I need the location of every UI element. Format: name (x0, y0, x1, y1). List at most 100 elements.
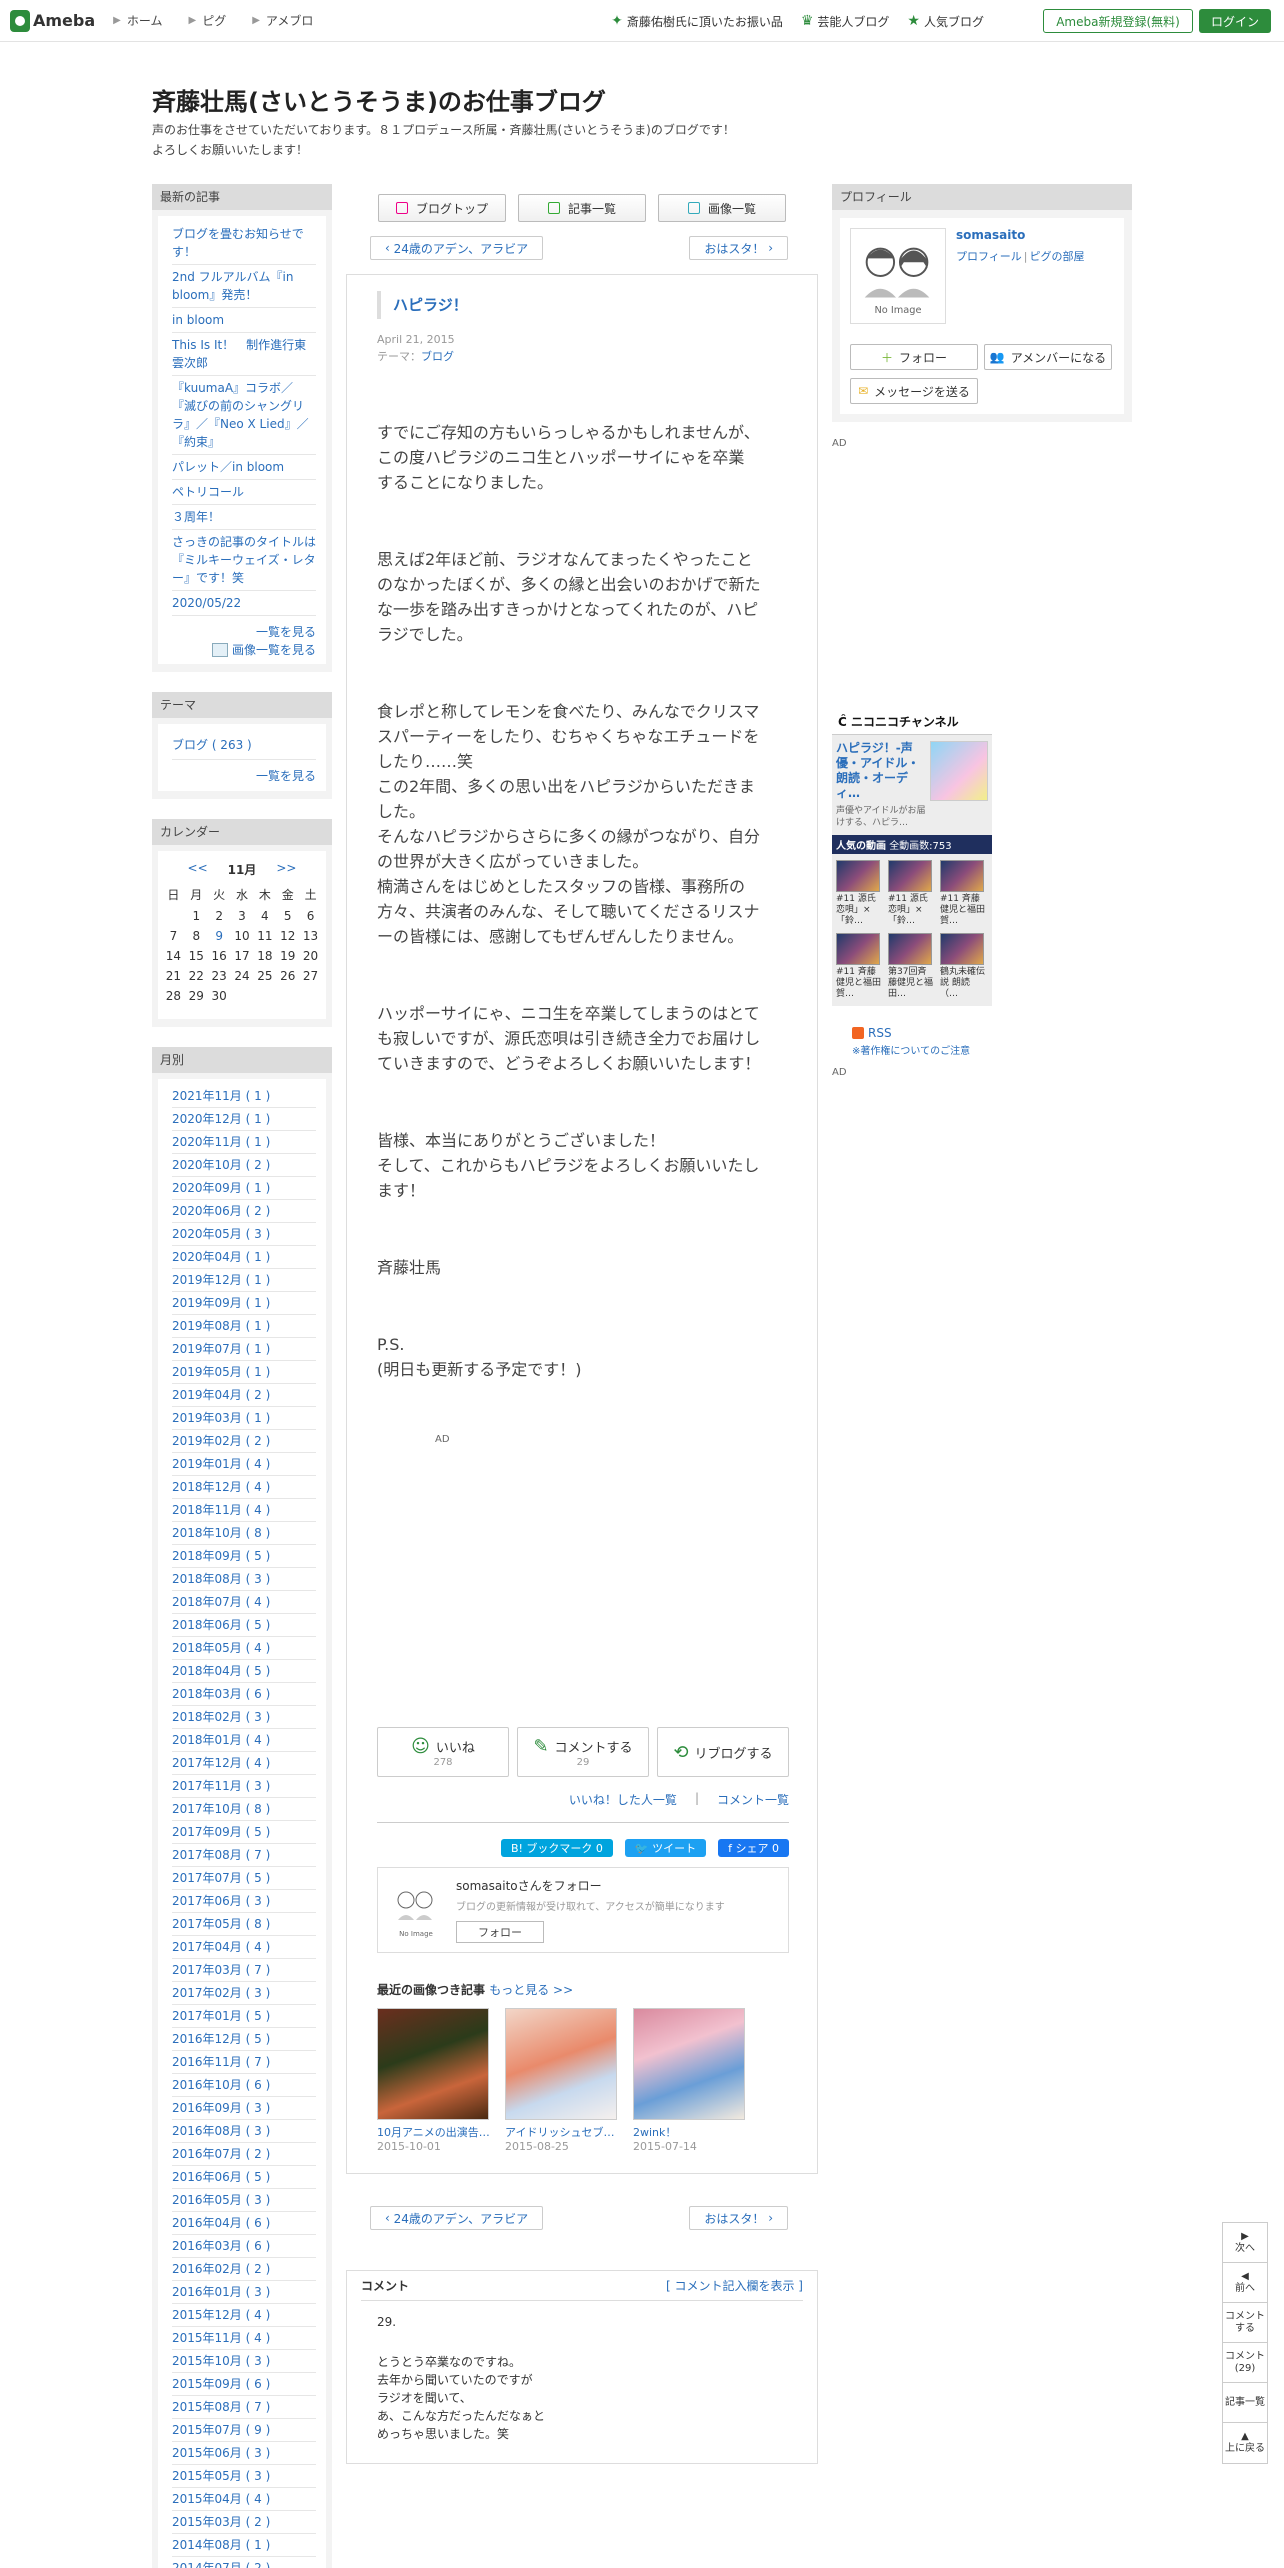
nav-ameblo[interactable]: ▶ アメブロ (252, 12, 313, 29)
month-archive-link[interactable]: 2014年07月 ( 2 ) (172, 2557, 316, 2568)
thumbnail-image[interactable] (633, 2008, 745, 2120)
month-archive-link[interactable]: 2017年07月 ( 5 ) (172, 1867, 316, 1890)
video-title[interactable]: #11 斉藤健児と福田賀… (836, 967, 882, 1000)
video-title[interactable]: 鶴丸未確伝説 朗読（… (940, 967, 986, 1000)
blog-title[interactable]: 斉藤壮馬(さいとうそうま)のお仕事ブログ (152, 82, 606, 117)
video-thumbnail[interactable] (888, 860, 932, 892)
niconico-video-item[interactable]: 鶴丸未確伝説 朗読（… (940, 933, 986, 1000)
recent-image-item[interactable]: アイドリッシュセブ… 2015-08-25 (505, 2008, 617, 2153)
article-theme-link[interactable]: ブログ (421, 350, 454, 363)
float-nav-1[interactable]: ◀ 前へ (1223, 2263, 1267, 2303)
month-archive-link[interactable]: 2018年07月 ( 4 ) (172, 1591, 316, 1614)
month-archive-link[interactable]: 2017年01月 ( 5 ) (172, 2005, 316, 2028)
recent-entry-link[interactable]: 『kuumaA』コラボ／『滅びの前のシャングリラ』／『Neo X Lied』／『… (172, 376, 316, 455)
month-archive-link[interactable]: 2015年03月 ( 2 ) (172, 2511, 316, 2534)
recent-entry-link[interactable]: さっきの記事のタイトルは『ミルキーウェイズ・レター』です！笑 (172, 530, 316, 591)
recent-more-link[interactable]: 一覧を見る (172, 624, 316, 641)
month-archive-link[interactable]: 2015年11月 ( 4 ) (172, 2327, 316, 2350)
niconico-feature[interactable]: ハピラジ！-声優・アイドル・朗読・オーディ… 声優やアイドルがお届けする、ハピラ… (832, 735, 992, 835)
month-archive-link[interactable]: 2016年05月 ( 3 ) (172, 2189, 316, 2212)
login-button[interactable]: ログイン (1199, 9, 1271, 33)
month-archive-link[interactable]: 2020年09月 ( 1 ) (172, 1177, 316, 1200)
month-archive-link[interactable]: 2017年05月 ( 8 ) (172, 1913, 316, 1936)
month-archive-link[interactable]: 2018年05月 ( 4 ) (172, 1637, 316, 1660)
like-button[interactable]: ☺ いいね 278 (377, 1727, 509, 1777)
recent-entry-link[interactable]: in bloom (172, 308, 316, 333)
month-archive-link[interactable]: 2019年09月 ( 1 ) (172, 1292, 316, 1315)
theme-more-link[interactable]: 一覧を見る (172, 768, 316, 785)
month-archive-link[interactable]: 2015年04月 ( 4 ) (172, 2488, 316, 2511)
profile-name[interactable]: somasaito (956, 228, 1085, 242)
float-nav-4[interactable]: 記事一覧 (1223, 2383, 1267, 2423)
image-list-link[interactable]: 画像一覧を見る (172, 641, 316, 658)
recent-entry-link[interactable]: 2nd フルアルバム『in bloom』発売！ (172, 265, 316, 308)
month-archive-link[interactable]: 2015年10月 ( 3 ) (172, 2350, 316, 2373)
profile-follow-button[interactable]: ＋フォロー (850, 344, 978, 370)
month-archive-link[interactable]: 2016年03月 ( 6 ) (172, 2235, 316, 2258)
recent-images-more-link[interactable]: もっと見る >> (489, 1983, 573, 1997)
niconico-video-item[interactable]: #11 源氏恋唄」×「鈴… (888, 860, 934, 927)
month-archive-link[interactable]: 2014年08月 ( 1 ) (172, 2534, 316, 2557)
register-button[interactable]: Ameba新規登録(無料) (1043, 9, 1193, 33)
nav-home[interactable]: ▶ ホーム (113, 12, 162, 29)
month-archive-link[interactable]: 2017年06月 ( 3 ) (172, 1890, 316, 1913)
calendar-next-link[interactable]: >> (276, 861, 296, 878)
tab-entry-list[interactable]: 記事一覧 (518, 194, 646, 222)
month-archive-link[interactable]: 2020年10月 ( 2 ) (172, 1154, 316, 1177)
comment-button[interactable]: ✎ コメントする 29 (517, 1727, 649, 1777)
month-archive-link[interactable]: 2019年05月 ( 1 ) (172, 1361, 316, 1384)
facebook-share-button[interactable]: f シェア 0 (718, 1839, 789, 1857)
nav-pigg[interactable]: ▶ ピグ (189, 12, 227, 29)
ameba-logo[interactable]: Ameba (10, 9, 95, 32)
month-archive-link[interactable]: 2016年01月 ( 3 ) (172, 2281, 316, 2304)
video-title[interactable]: 第37回斉藤健児と福田… (888, 967, 934, 1000)
month-archive-link[interactable]: 2015年06月 ( 3 ) (172, 2442, 316, 2465)
article-title[interactable]: ハピラジ！ (377, 291, 789, 319)
month-archive-link[interactable]: 2015年07月 ( 9 ) (172, 2419, 316, 2442)
show-comment-form-link[interactable]: [ コメント記入欄を表示 ] (666, 2277, 803, 2294)
video-thumbnail[interactable] (940, 933, 984, 965)
thumbnail-image[interactable] (505, 2008, 617, 2120)
month-archive-link[interactable]: 2019年01月 ( 4 ) (172, 1453, 316, 1476)
amember-button[interactable]: 👥 アメンバーになる (984, 344, 1112, 370)
month-archive-link[interactable]: 2018年04月 ( 5 ) (172, 1660, 316, 1683)
month-archive-link[interactable]: 2015年05月 ( 3 ) (172, 2465, 316, 2488)
month-archive-link[interactable]: 2020年11月 ( 1 ) (172, 1131, 316, 1154)
month-archive-link[interactable]: 2015年12月 ( 4 ) (172, 2304, 316, 2327)
recent-entry-link[interactable]: 2020/05/22 (172, 591, 316, 616)
month-archive-link[interactable]: 2019年08月 ( 1 ) (172, 1315, 316, 1338)
month-archive-link[interactable]: 2018年12月 ( 4 ) (172, 1476, 316, 1499)
month-archive-link[interactable]: 2019年12月 ( 1 ) (172, 1269, 316, 1292)
calendar-prev-link[interactable]: << (188, 861, 208, 878)
month-archive-link[interactable]: 2020年06月 ( 2 ) (172, 1200, 316, 1223)
month-archive-link[interactable]: 2020年04月 ( 1 ) (172, 1246, 316, 1269)
recent-image-item[interactable]: 2wink！ 2015-07-14 (633, 2008, 745, 2153)
month-archive-link[interactable]: 2016年12月 ( 5 ) (172, 2028, 316, 2051)
month-archive-link[interactable]: 2018年06月 ( 5 ) (172, 1614, 316, 1637)
recent-entry-link[interactable]: ブログを畳むお知らせです！ (172, 222, 316, 265)
recent-image-item[interactable]: 10月アニメの出演告… 2015-10-01 (377, 2008, 489, 2153)
niconico-logo[interactable]: Ĉ ニコニコチャンネル (832, 709, 992, 735)
recent-entry-link[interactable]: ３周年！ (172, 505, 316, 530)
liked-users-link[interactable]: いいね！した人一覧 (569, 1791, 677, 1808)
float-nav-0[interactable]: ▶ 次へ (1223, 2223, 1267, 2263)
copyright-note-link[interactable]: ※著作権についてのご注意 (852, 1042, 1132, 1057)
month-archive-link[interactable]: 2016年07月 ( 2 ) (172, 2143, 316, 2166)
month-archive-link[interactable]: 2018年03月 ( 6 ) (172, 1683, 316, 1706)
month-archive-link[interactable]: 2020年05月 ( 3 ) (172, 1223, 316, 1246)
month-archive-link[interactable]: 2017年03月 ( 7 ) (172, 1959, 316, 1982)
profile-avatar[interactable]: No Image (850, 228, 946, 324)
month-archive-link[interactable]: 2021年11月 ( 1 ) (172, 1085, 316, 1108)
niconico-video-item[interactable]: #11 源氏恋唄」×「鈴… (836, 860, 882, 927)
month-archive-link[interactable]: 2019年04月 ( 2 ) (172, 1384, 316, 1407)
float-nav-5[interactable]: ▲ 上に戻る (1223, 2423, 1267, 2463)
tab-image-list[interactable]: 画像一覧 (658, 194, 786, 222)
send-message-button[interactable]: ✉ メッセージを送る (850, 378, 978, 404)
theme-item-blog[interactable]: ブログ ( 263 ) (172, 730, 316, 760)
video-title[interactable]: #11 斉藤健児と福田賀… (940, 894, 986, 927)
month-archive-link[interactable]: 2016年11月 ( 7 ) (172, 2051, 316, 2074)
tweet-button[interactable]: 🐦 ツイート (624, 1839, 707, 1857)
month-archive-link[interactable]: 2017年02月 ( 3 ) (172, 1982, 316, 2005)
top-link-feature[interactable]: ✦ 斎藤佑樹氏に頂いたお振い品 (611, 13, 783, 30)
month-archive-link[interactable]: 2018年08月 ( 3 ) (172, 1568, 316, 1591)
